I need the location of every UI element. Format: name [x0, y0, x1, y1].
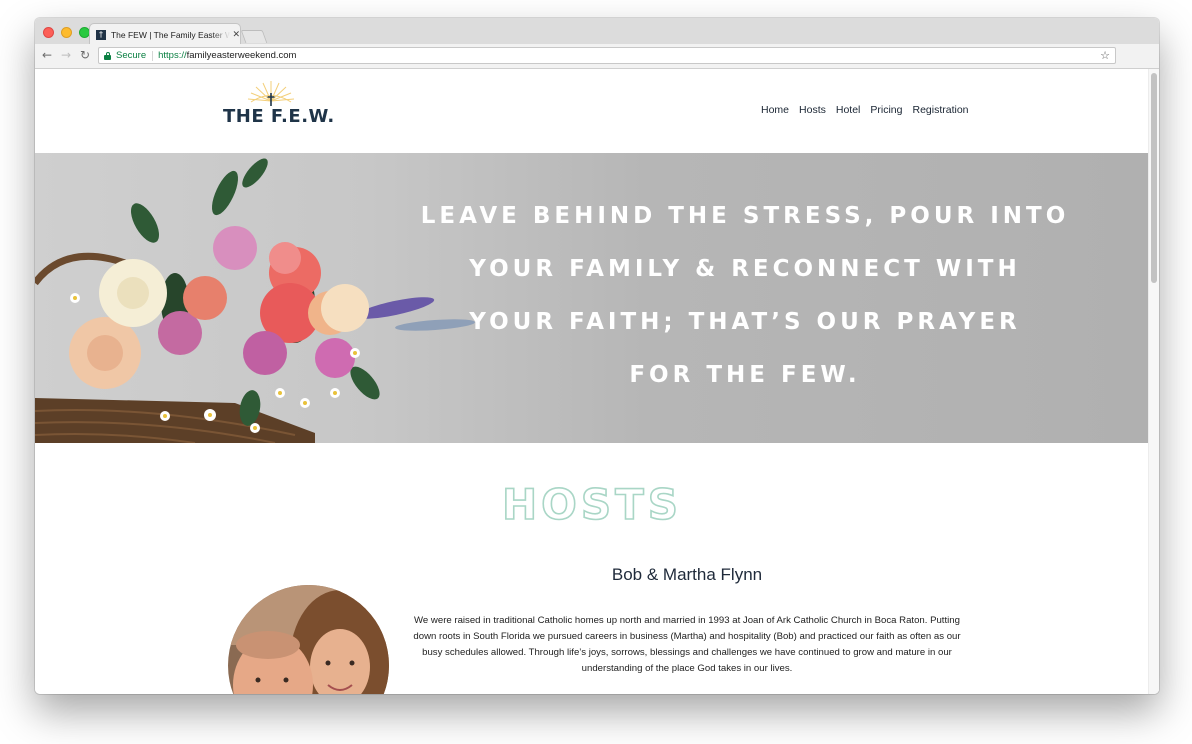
flower-basket-image [35, 158, 475, 443]
tab-title: The FEW | The Family Easter W [110, 29, 231, 40]
close-tab-icon[interactable]: ✕ [232, 29, 240, 40]
url-host: familyeasterweekend.com [186, 50, 297, 61]
cross-favicon-icon: † [96, 29, 106, 40]
hero-tagline-line-3: YOUR FAITH; THAT’S OUR PRAYER [469, 309, 1021, 335]
reload-icon[interactable]: ↻ [80, 48, 90, 62]
secure-label: Secure [116, 50, 147, 61]
nav-pricing[interactable]: Pricing [870, 104, 902, 116]
scrollbar-thumb[interactable] [1151, 73, 1157, 283]
host-names: Bob & Martha Flynn [611, 565, 763, 584]
new-tab-button[interactable] [240, 30, 268, 43]
logo-wordmark: THE F.E.W. [223, 106, 335, 127]
browser-tab[interactable]: † The FEW | The Family Easter W ✕ [89, 23, 241, 45]
window-controls [43, 27, 90, 38]
nav-hosts[interactable]: Hosts [799, 104, 826, 116]
hero-tagline-line-1: LEAVE BEHIND THE STRESS, POUR INTO [420, 203, 1070, 229]
hero-tagline-line-2: YOUR FAMILY & RECONNECT WITH [469, 256, 1021, 282]
close-window-button[interactable] [43, 27, 54, 38]
minimize-window-button[interactable] [61, 27, 72, 38]
forward-arrow-icon[interactable]: → [61, 48, 71, 62]
page-scrollbar[interactable] [1148, 69, 1159, 694]
tab-bar: † The FEW | The Family Easter W ✕ [35, 18, 1159, 45]
url-scheme: https:// [158, 50, 187, 61]
hosts-bio: We were raised in traditional Catholic h… [413, 615, 961, 674]
address-divider [152, 50, 154, 61]
nav-hotel[interactable]: Hotel [836, 104, 861, 116]
nav-home[interactable]: Home [761, 104, 789, 116]
bookmark-star-icon[interactable]: ☆ [1100, 49, 1110, 62]
hosts-heading: HOSTS [501, 479, 682, 530]
site-header: THE F.E.W. Home Hosts Hotel Pricing Regi… [35, 69, 1149, 153]
browser-toolbar: ← → ↻ Secure https:// familyeasterweeken… [35, 44, 1159, 69]
lock-icon [104, 51, 111, 60]
couple-photo-image [228, 585, 389, 694]
page-viewport: THE F.E.W. Home Hosts Hotel Pricing Regi… [35, 69, 1159, 694]
hero-banner: LEAVE BEHIND THE STRESS, POUR INTO YOUR … [35, 153, 1149, 443]
hero-tagline-line-4: FOR THE FEW. [629, 362, 861, 388]
hosts-photo [228, 585, 389, 694]
site-logo[interactable]: THE F.E.W. [221, 79, 334, 139]
address-bar[interactable]: Secure https:// familyeasterweekend.com … [98, 47, 1116, 64]
back-arrow-icon[interactable]: ← [42, 48, 52, 62]
browser-window: † The FEW | The Family Easter W ✕ ← → ↻ … [35, 18, 1159, 694]
site-nav: Home Hosts Hotel Pricing Registration [761, 104, 969, 116]
nav-registration[interactable]: Registration [912, 104, 968, 116]
